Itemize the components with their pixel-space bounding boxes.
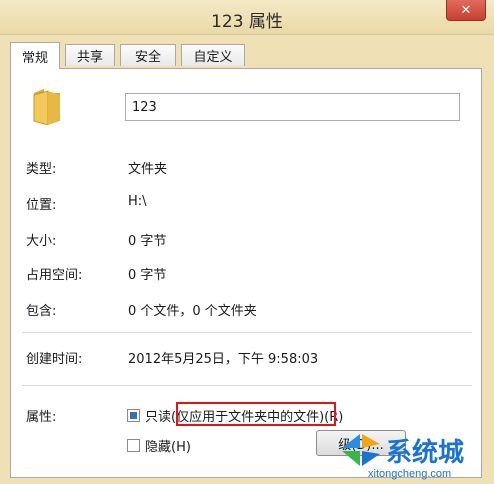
watermark: 系统城 xitongcheng.com [336,424,494,484]
type-value: 文件夹 [128,162,168,177]
size-value: 0 字节 [128,234,167,249]
type-label: 类型: [26,162,57,177]
watermark-text: 系统城 [386,438,465,468]
tab-general[interactable]: 常规 [10,42,60,69]
size-label: 大小: [26,234,57,249]
folder-icon [33,89,60,125]
size-on-disk-label: 占用空间: [26,268,83,283]
windows-logo-icon [342,434,380,466]
readonly-checkbox[interactable] [127,409,140,422]
created-label: 创建时间: [26,352,83,367]
tab-customize[interactable]: 自定义 [181,44,245,66]
divider [22,332,472,333]
contains-value: 0 个文件，0 个文件夹 [128,304,257,319]
size-on-disk-value: 0 字节 [128,268,167,283]
location-label: 位置: [26,198,57,213]
title-bar: 123 属性 ✕ [0,0,494,35]
tab-sharing[interactable]: 共享 [65,44,115,66]
hidden-label: 隐藏(H) [145,440,191,455]
hidden-checkbox[interactable] [127,439,140,452]
location-value: H:\ [128,194,147,209]
attributes-label: 属性: [26,410,57,425]
divider [22,385,472,386]
annotation-highlight-box [176,402,336,426]
tab-security[interactable]: 安全 [120,44,176,66]
watermark-url: xitongcheng.com [368,468,452,480]
created-value: 2012年5月25日，下午 9:58:03 [128,352,319,367]
close-icon: ✕ [460,2,472,18]
window-title: 123 属性 [211,12,283,32]
folder-name-input[interactable] [125,93,460,121]
contains-label: 包含: [26,304,57,319]
close-button[interactable]: ✕ [446,0,486,21]
